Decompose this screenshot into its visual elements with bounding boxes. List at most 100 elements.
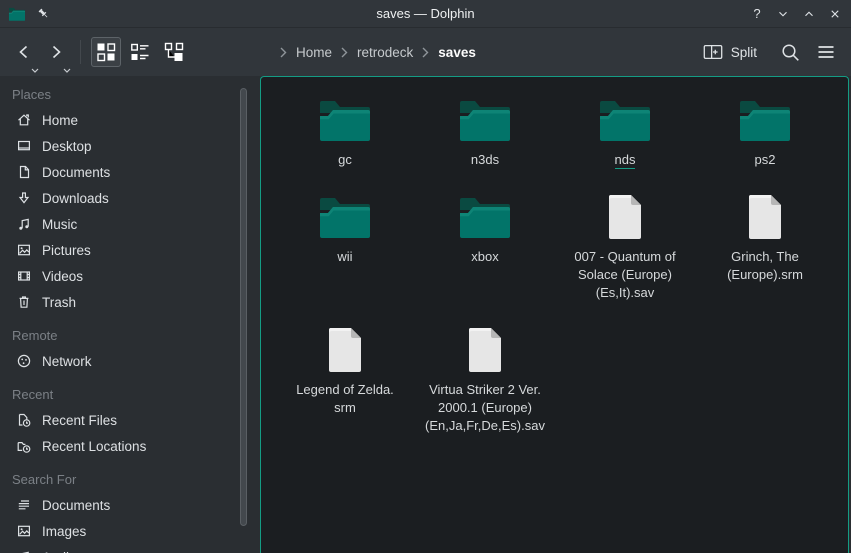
sidebar-item-label: Desktop [42, 139, 92, 154]
close-icon [828, 7, 842, 21]
minimize-icon [776, 7, 790, 21]
sidebar-item-label: Videos [42, 269, 83, 284]
sidebar-item-documents[interactable]: Documents [0, 159, 260, 185]
menu-button[interactable] [811, 37, 841, 67]
item-label: Virtua Striker 2 Ver. 2000.1 (Europe) (E… [425, 381, 545, 435]
tree-view-icon [164, 42, 184, 62]
sidebar-section-title-places: Places [0, 83, 260, 107]
file-item-007-quantum-of-solace-europe-es-it-sav[interactable]: 007 - Quantum of Solace (Europe) (Es,It)… [555, 193, 695, 302]
sidebar-item-label: Pictures [42, 243, 91, 258]
item-label: 007 - Quantum of Solace (Europe) (Es,It)… [574, 248, 675, 302]
sidebar-item-desktop[interactable]: Desktop [0, 133, 260, 159]
pin-icon[interactable] [36, 6, 52, 22]
toolbar-separator [80, 40, 81, 64]
file-icon [605, 193, 645, 241]
sidebar-item-label: Documents [42, 165, 110, 180]
folder-item-nds[interactable]: nds [555, 96, 695, 169]
maximize-button[interactable] [801, 6, 817, 22]
sidebar-item-recent-locations[interactable]: Recent Locations [0, 433, 260, 459]
breadcrumb-item-saves[interactable]: saves [438, 45, 476, 60]
sidebar-section-title-recent: Recent [0, 383, 260, 407]
file-item-grinch-the-europe-srm[interactable]: Grinch, The (Europe).srm [695, 193, 835, 284]
file-item-legend-of-zelda-srm[interactable]: Legend of Zelda. srm [275, 326, 415, 417]
toolbar-right: Split [702, 37, 841, 67]
tree-view-button[interactable] [159, 37, 189, 67]
item-label: xbox [471, 248, 498, 266]
forward-history-caret-icon [63, 60, 71, 65]
item-label: nds [615, 151, 636, 169]
sidebar-item-audio[interactable]: Audio [0, 544, 260, 553]
sidebar-item-home[interactable]: Home [0, 107, 260, 133]
back-button[interactable] [10, 38, 38, 66]
sidebar-scrollbar[interactable] [240, 88, 247, 526]
item-label: ps2 [755, 151, 776, 169]
breadcrumb: Home retrodeck saves [271, 45, 476, 60]
toolbar: Home retrodeck saves Split [0, 28, 851, 76]
close-button[interactable] [827, 6, 843, 22]
details-view-button[interactable] [125, 37, 155, 67]
sidebar-item-label: Documents [42, 498, 110, 513]
minimize-button[interactable] [775, 6, 791, 22]
folder-view[interactable]: gcn3ds nds ps2 wii xbox 007 - Quantum of Sola… [260, 76, 849, 553]
folder-item-xbox[interactable]: xbox [415, 193, 555, 266]
sidebar-item-videos[interactable]: Videos [0, 263, 260, 289]
folder-item-wii[interactable]: wii [275, 193, 415, 266]
search-icon [780, 42, 800, 62]
sidebar-item-music[interactable]: Music [0, 211, 260, 237]
file-icon [465, 326, 505, 374]
image-icon [16, 242, 32, 258]
sidebar-section-title-search-for: Search For [0, 468, 260, 492]
titlebar[interactable]: saves — Dolphin ? [0, 0, 851, 28]
window-title: saves — Dolphin [0, 6, 851, 21]
item-label: Grinch, The (Europe).srm [727, 248, 803, 284]
sidebar-item-label: Recent Locations [42, 439, 146, 454]
sidebar-item-label: Home [42, 113, 78, 128]
breadcrumb-item-retrodeck[interactable]: retrodeck [357, 45, 413, 60]
forward-icon [47, 43, 65, 61]
split-icon [702, 41, 724, 63]
image-icon [16, 523, 32, 539]
split-label: Split [731, 45, 757, 60]
sidebar-section-title-remote: Remote [0, 324, 260, 348]
sidebar-item-label: Audio [42, 550, 77, 553]
sidebar-item-recent-files[interactable]: Recent Files [0, 407, 260, 433]
doc-lines-icon [16, 497, 32, 513]
breadcrumb-separator-icon [341, 47, 348, 58]
breadcrumb-item-home[interactable]: Home [296, 45, 332, 60]
icons-view-button[interactable] [91, 37, 121, 67]
help-button[interactable]: ? [749, 6, 765, 22]
sidebar-item-label: Downloads [42, 191, 109, 206]
sidebar-item-downloads[interactable]: Downloads [0, 185, 260, 211]
back-icon [15, 43, 33, 61]
folder-item-gc[interactable]: gc [275, 96, 415, 169]
dolphin-window: saves — Dolphin ? Home retrodeck saves [0, 0, 851, 553]
folder-icon [597, 96, 653, 144]
sidebar-item-label: Network [42, 354, 92, 369]
forward-button[interactable] [42, 38, 70, 66]
search-button[interactable] [775, 37, 805, 67]
sidebar-item-images[interactable]: Images [0, 518, 260, 544]
home-icon [16, 112, 32, 128]
file-item-virtua-striker-2-ver-2000-1-europe-en-ja-fr-de-es-sav[interactable]: Virtua Striker 2 Ver. 2000.1 (Europe) (E… [415, 326, 555, 435]
item-label: Legend of Zelda. srm [296, 381, 394, 417]
sidebar-item-label: Trash [42, 295, 76, 310]
folder-icon [317, 193, 373, 241]
hamburger-icon [816, 42, 836, 62]
folder-item-n3ds[interactable]: n3ds [415, 96, 555, 169]
folder-icon [737, 96, 793, 144]
folder-item-ps2[interactable]: ps2 [695, 96, 835, 169]
places-panel: Places Home Desktop Documents Downloads Music… [0, 76, 260, 553]
sidebar-item-trash[interactable]: Trash [0, 289, 260, 315]
maximize-icon [802, 7, 816, 21]
details-view-icon [130, 42, 150, 62]
breadcrumb-separator-icon [422, 47, 429, 58]
icons-view-icon [96, 42, 116, 62]
sidebar-item-documents[interactable]: Documents [0, 492, 260, 518]
split-button[interactable]: Split [702, 41, 757, 63]
recent-locations-icon [16, 438, 32, 454]
sidebar-item-network[interactable]: Network [0, 348, 260, 374]
folder-icon [457, 193, 513, 241]
file-icon [745, 193, 785, 241]
trash-icon [16, 294, 32, 310]
sidebar-item-pictures[interactable]: Pictures [0, 237, 260, 263]
